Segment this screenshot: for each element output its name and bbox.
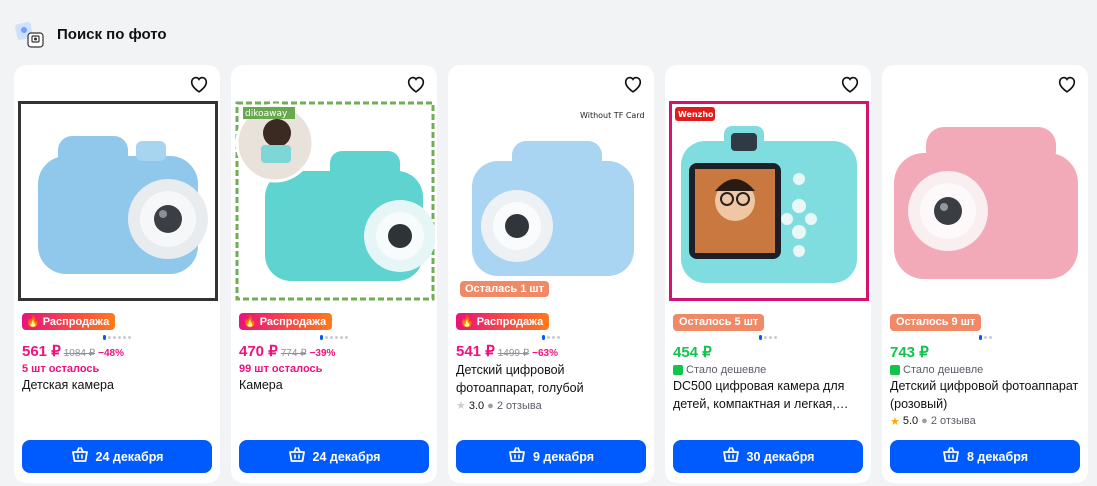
arrow-down-icon bbox=[673, 364, 683, 375]
delivery-button[interactable]: 8 декабря bbox=[890, 440, 1080, 473]
stock-left: 99 шт осталось bbox=[239, 363, 323, 375]
flame-icon: 🔥 bbox=[460, 316, 474, 328]
comment-icon: ● bbox=[487, 399, 494, 412]
reviews-count: 2 отзыва bbox=[930, 415, 976, 427]
stock-left: 5 шт осталось bbox=[22, 363, 100, 375]
image-carousel-dots[interactable] bbox=[673, 334, 863, 342]
brand-label: Wenzho bbox=[678, 110, 714, 119]
stock-badge: Осталось 5 шт bbox=[673, 313, 765, 331]
product-name[interactable]: Детский цифровой фотоаппарат, голубой bbox=[456, 361, 646, 397]
arrow-down-icon bbox=[890, 364, 900, 375]
delivery-date: 24 декабря bbox=[312, 449, 381, 464]
delivery-date: 30 декабря bbox=[746, 449, 815, 464]
price: 454 ₽ bbox=[673, 343, 712, 361]
product-name[interactable]: DC500 цифровая камера для детей, компакт… bbox=[673, 377, 863, 413]
product-card[interactable]: Wenzho Осталось 5 шт 454 ₽ Стало дешевле… bbox=[665, 65, 871, 483]
delivery-date: 9 декабря bbox=[532, 449, 594, 464]
product-image[interactable] bbox=[886, 101, 1086, 301]
rating-value: 5.0 bbox=[902, 415, 919, 427]
page-header: Поиск по фото bbox=[14, 16, 167, 52]
discount: −39% bbox=[309, 348, 336, 359]
delivery-date: 24 декабря bbox=[95, 449, 164, 464]
product-name[interactable]: Детский цифровой фотоаппарат (розовый) bbox=[890, 377, 1080, 413]
product-card[interactable]: dikoaway 🔥 Распродажа 470 ₽ 774 ₽ −39% 99… bbox=[231, 65, 437, 483]
delivery-button[interactable]: 24 декабря bbox=[22, 440, 212, 473]
product-card[interactable]: Осталось 9 шт 743 ₽ Стало дешевле Детски… bbox=[882, 65, 1088, 483]
favorite-heart-icon[interactable] bbox=[839, 73, 861, 95]
discount: −48% bbox=[98, 348, 124, 359]
price-dropped-label: Стало дешевле bbox=[890, 364, 1080, 376]
page-title: Поиск по фото bbox=[57, 25, 167, 43]
flame-icon: 🔥 bbox=[243, 316, 257, 328]
price: 743 ₽ bbox=[890, 343, 929, 361]
image-carousel-dots[interactable] bbox=[22, 333, 212, 341]
delivery-button[interactable]: 24 декабря bbox=[239, 440, 429, 473]
sale-badge-label: Распродажа bbox=[259, 315, 327, 328]
rating-value: 3.0 bbox=[468, 399, 485, 412]
delivery-date: 8 декабря bbox=[966, 449, 1028, 464]
product-image[interactable]: Without TF Card Осталась 1 шт bbox=[452, 101, 652, 301]
price: 541 ₽ bbox=[456, 343, 495, 360]
old-price: 1084 ₽ bbox=[63, 348, 96, 359]
product-grid: 🔥 Распродажа 561 ₽ 1084 ₽ −48% 5 шт остал… bbox=[14, 65, 1088, 483]
basket-icon bbox=[508, 447, 526, 466]
stock-badge: Осталось 9 шт bbox=[890, 313, 982, 331]
product-image[interactable]: dikoaway bbox=[235, 101, 435, 301]
basket-icon bbox=[942, 447, 960, 466]
product-name[interactable]: Детская камера bbox=[22, 376, 212, 394]
product-image[interactable]: Wenzho bbox=[669, 101, 869, 301]
comment-icon: ● bbox=[921, 415, 928, 427]
price: 561 ₽ bbox=[22, 343, 61, 360]
delivery-button[interactable]: 30 декабря bbox=[673, 440, 863, 473]
product-name[interactable]: Камера bbox=[239, 376, 429, 394]
stock-badge: Осталась 1 шт bbox=[460, 281, 549, 297]
delivery-button[interactable]: 9 декабря bbox=[456, 440, 646, 473]
price: 470 ₽ bbox=[239, 343, 278, 360]
image-carousel-dots[interactable] bbox=[239, 333, 429, 341]
product-image[interactable] bbox=[18, 101, 218, 301]
discount: −63% bbox=[532, 348, 558, 359]
star-icon: ★ bbox=[890, 415, 900, 428]
flame-icon: 🔥 bbox=[26, 316, 40, 328]
rating-row[interactable]: ★ 3.0 ● 2 отзыва bbox=[456, 399, 646, 413]
product-card[interactable]: 🔥 Распродажа 561 ₽ 1084 ₽ −48% 5 шт остал… bbox=[14, 65, 220, 483]
star-icon: ★ bbox=[456, 400, 466, 412]
favorite-heart-icon[interactable] bbox=[188, 73, 210, 95]
photo-search-icon bbox=[14, 17, 48, 51]
basket-icon bbox=[288, 447, 306, 466]
sale-badge: 🔥 Распродажа bbox=[239, 313, 333, 330]
image-watermark: dikoaway bbox=[245, 109, 288, 119]
image-carousel-dots[interactable] bbox=[456, 333, 646, 341]
product-card[interactable]: Without TF Card Осталась 1 шт 🔥 Распродаж… bbox=[448, 65, 654, 483]
reviews-count: 2 отзыва bbox=[496, 399, 542, 412]
favorite-heart-icon[interactable] bbox=[405, 73, 427, 95]
sale-badge-label: Распродажа bbox=[42, 315, 110, 328]
old-price: 1499 ₽ bbox=[497, 348, 530, 359]
old-price: 774 ₽ bbox=[280, 348, 307, 359]
sale-badge-label: Распродажа bbox=[476, 315, 544, 328]
rating-row[interactable]: ★ 5.0 ● 2 отзыва bbox=[890, 415, 1080, 428]
basket-icon bbox=[71, 447, 89, 466]
basket-icon bbox=[722, 447, 740, 466]
image-caption: Without TF Card bbox=[580, 111, 645, 120]
price-dropped-label: Стало дешевле bbox=[673, 364, 863, 376]
sale-badge: 🔥 Распродажа bbox=[456, 313, 550, 330]
image-carousel-dots[interactable] bbox=[890, 334, 1080, 342]
favorite-heart-icon[interactable] bbox=[1056, 73, 1078, 95]
sale-badge: 🔥 Распродажа bbox=[22, 313, 116, 330]
favorite-heart-icon[interactable] bbox=[622, 73, 644, 95]
